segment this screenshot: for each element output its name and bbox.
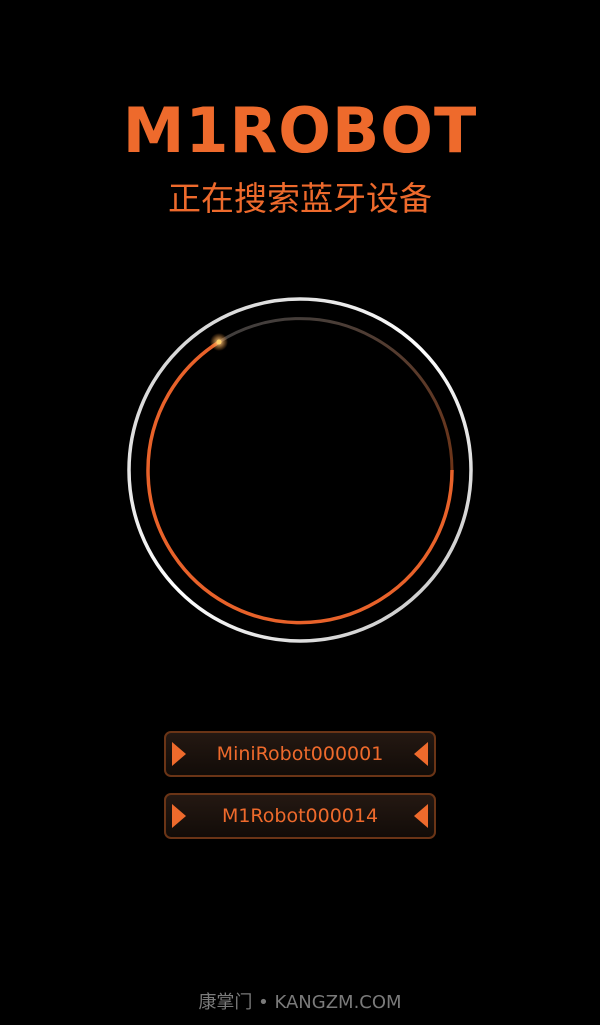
scan-ring-graphic bbox=[127, 297, 473, 643]
scan-head-dot bbox=[216, 339, 222, 345]
arrow-left-icon bbox=[414, 742, 428, 766]
scan-track bbox=[218, 317, 454, 471]
device-name: MiniRobot000001 bbox=[216, 743, 384, 765]
app-logo: M1ROBOT bbox=[122, 94, 478, 167]
device-item[interactable]: M1Robot000014 bbox=[164, 793, 436, 839]
watermark-text: 康掌门 • KANGZM.COM bbox=[198, 992, 402, 1013]
arrow-right-icon bbox=[172, 804, 186, 828]
device-item[interactable]: MiniRobot000001 bbox=[164, 731, 436, 777]
bluetooth-scan-radar bbox=[120, 290, 480, 650]
device-name: M1Robot000014 bbox=[221, 805, 379, 827]
scanning-status-text: 正在搜索蓝牙设备 bbox=[168, 179, 432, 218]
arrow-left-icon bbox=[414, 804, 428, 828]
arrow-right-icon bbox=[172, 742, 186, 766]
scan-progress-arc bbox=[146, 340, 454, 625]
device-list: MiniRobot000001 M1Robot000014 bbox=[164, 731, 436, 855]
outer-ring bbox=[127, 297, 473, 643]
